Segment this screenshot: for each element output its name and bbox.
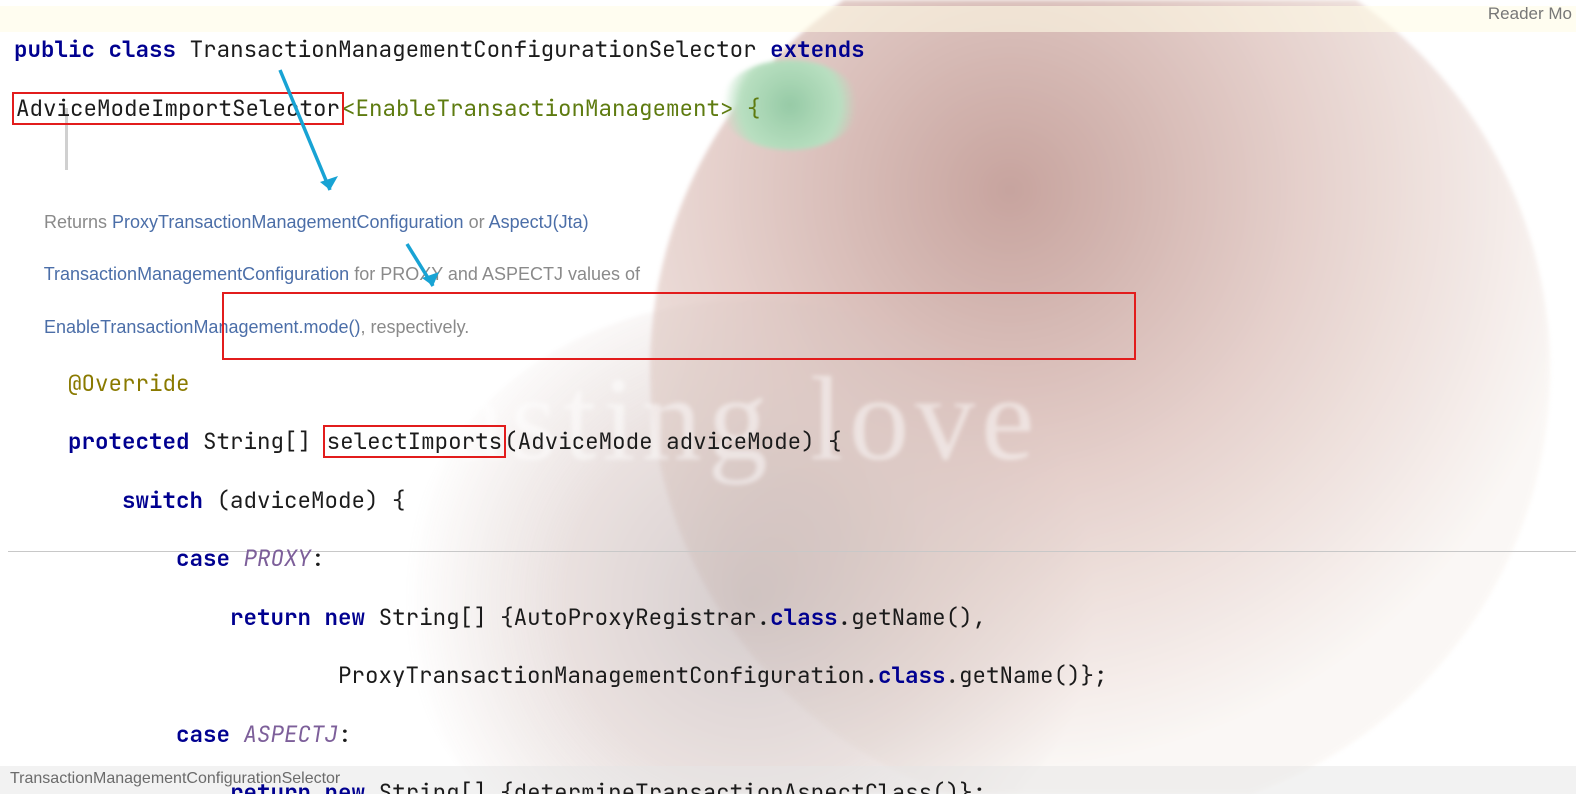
code-editor[interactable]: public class TransactionManagementConfig… (0, 0, 1576, 794)
code-line[interactable]: ProxyTransactionManagementConfiguration.… (14, 661, 1576, 690)
code-line[interactable]: switch (adviceMode) { (14, 486, 1576, 515)
highlight-box-method-name: selectImports (323, 425, 507, 458)
code-line[interactable]: public class TransactionManagementConfig… (14, 35, 1576, 64)
code-line (14, 152, 1576, 181)
annotation-arrow-1 (260, 60, 360, 220)
javadoc-line: TransactionManagementConfiguration for P… (14, 263, 1576, 286)
code-line[interactable]: return new String[] {AutoProxyRegistrar.… (14, 603, 1576, 632)
code-line[interactable]: case ASPECTJ: (14, 720, 1576, 749)
code-line[interactable]: return new String[] {determineTransactio… (14, 778, 1576, 794)
annotation-arrow-2 (395, 238, 465, 308)
code-line[interactable]: AdviceModeImportSelector<EnableTransacti… (14, 94, 1576, 123)
code-line[interactable]: case PROXY: (14, 544, 1576, 573)
code-line[interactable]: protected String[] selectImports(AdviceM… (14, 427, 1576, 456)
javadoc-line: Returns ProxyTransactionManagementConfig… (14, 211, 1576, 234)
highlight-box-proxy-return (222, 292, 1136, 360)
code-line[interactable]: @Override (14, 369, 1576, 398)
